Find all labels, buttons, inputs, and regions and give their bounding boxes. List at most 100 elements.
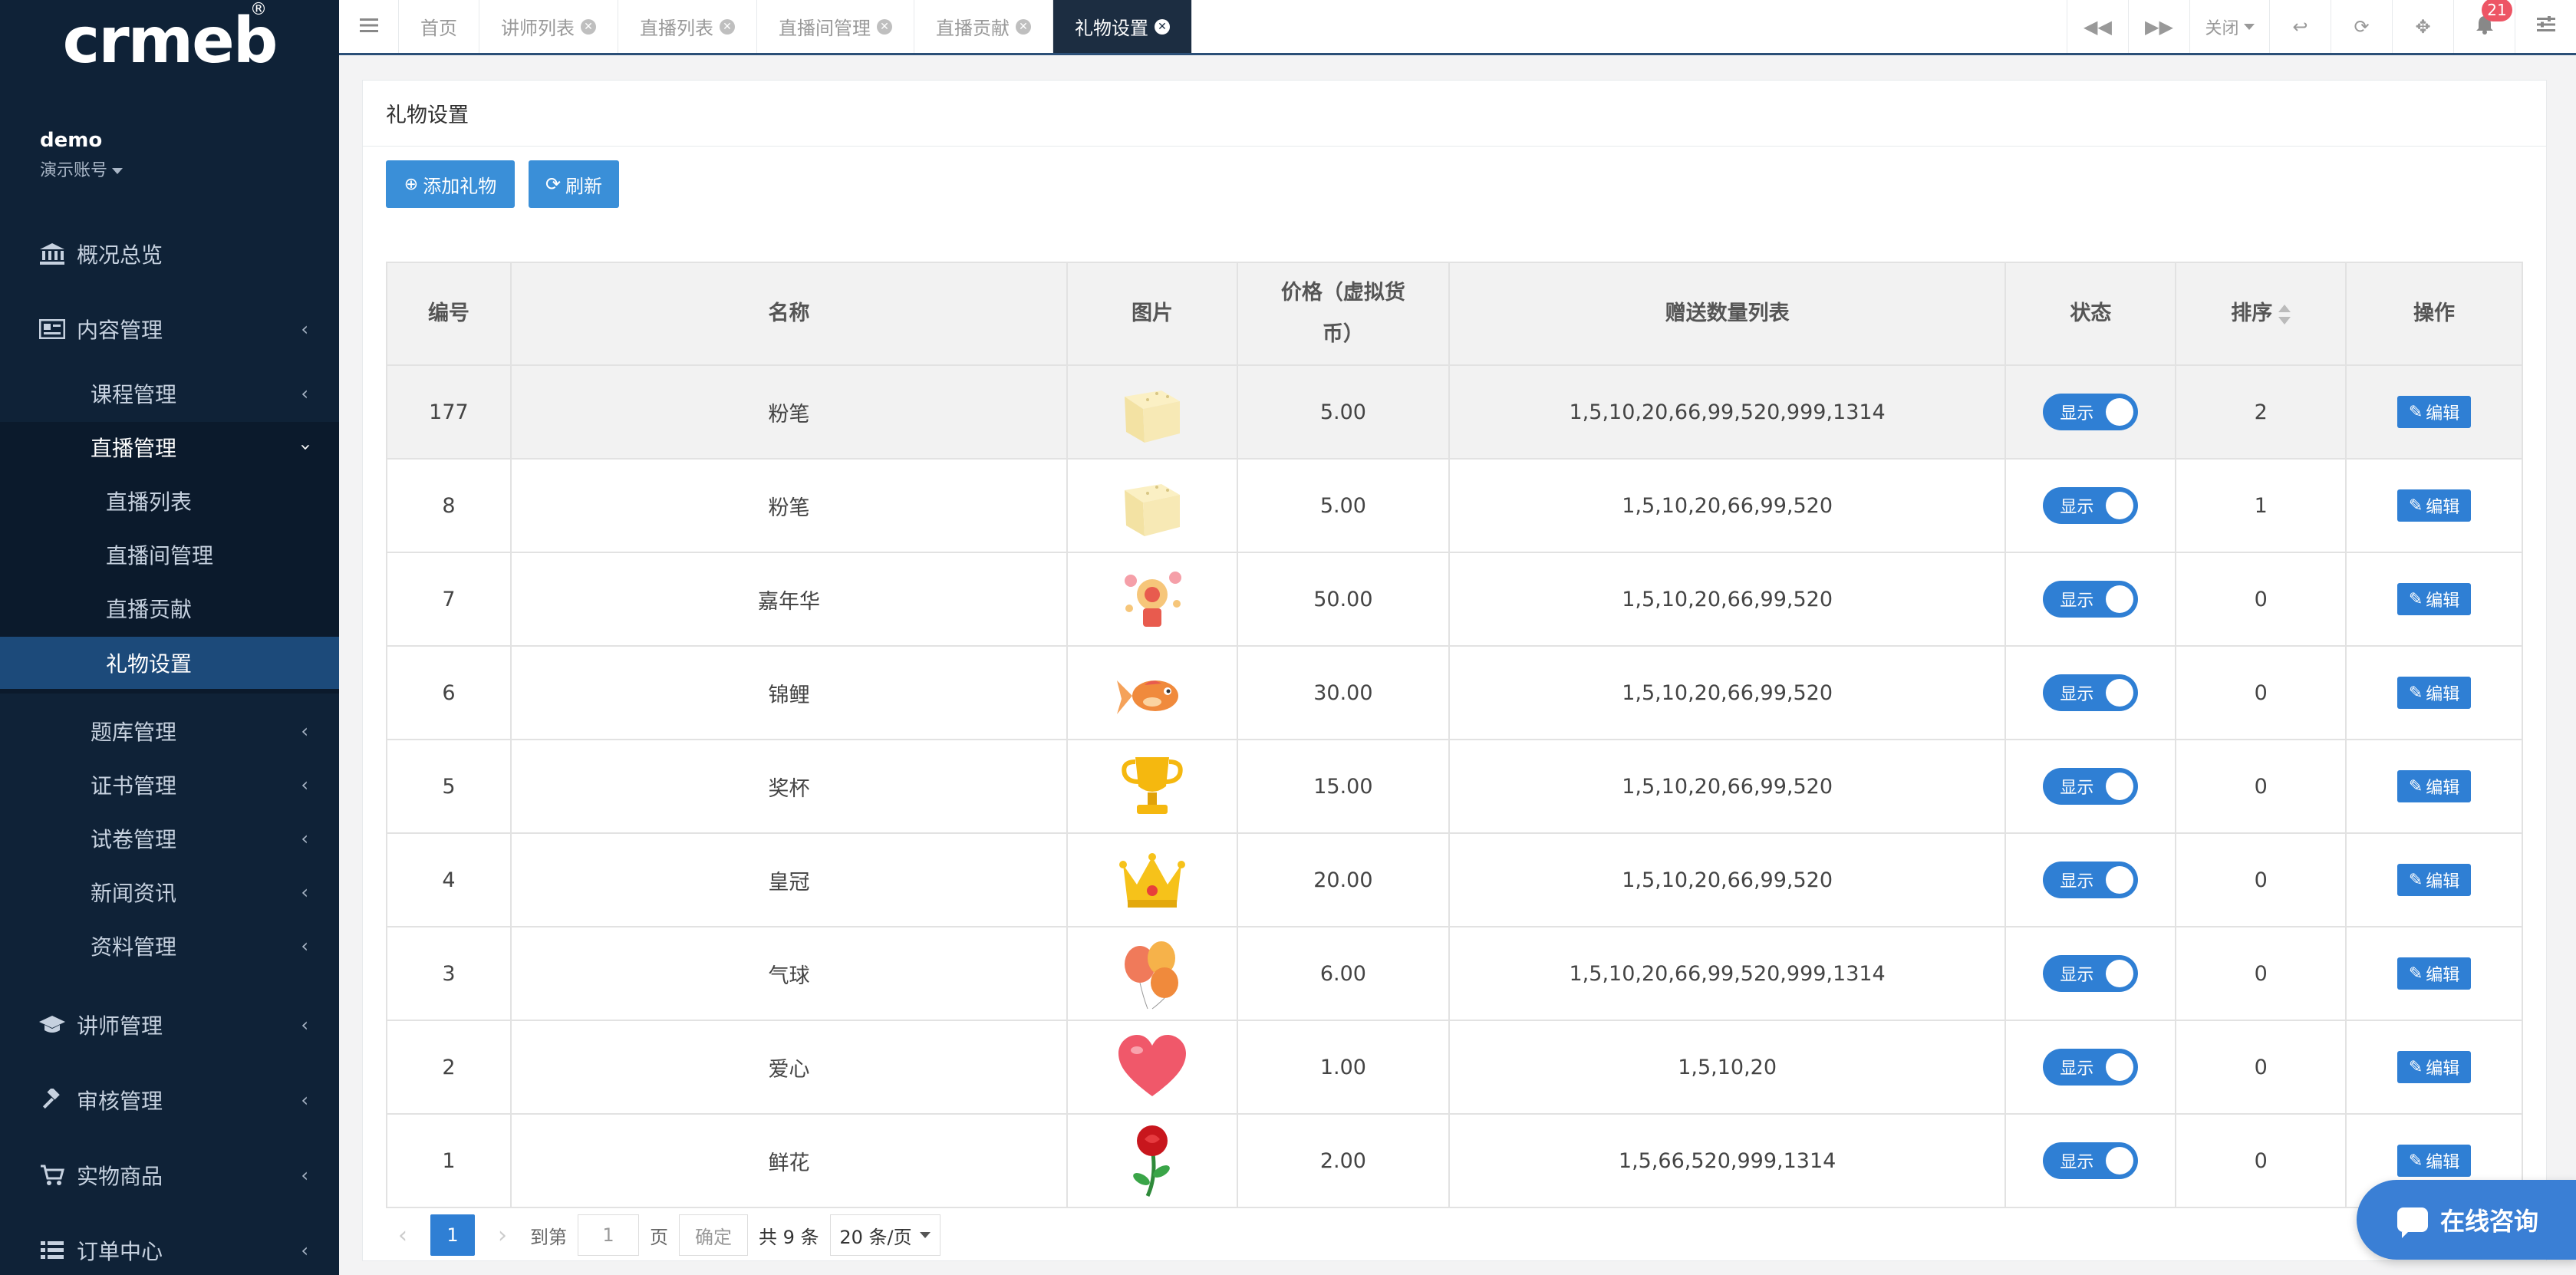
sidebar-item-news[interactable]: 新闻资讯 ‹ xyxy=(0,867,339,918)
sidebar-item-course[interactable]: 课程管理 ‹ xyxy=(0,370,339,417)
fullscreen-button[interactable]: ✥ xyxy=(2392,0,2453,53)
cell-actions: ✎ 编辑 xyxy=(2345,739,2523,834)
add-gift-button[interactable]: ⊕ 添加礼物 xyxy=(386,160,515,208)
cell-image xyxy=(1066,1113,1238,1208)
status-toggle[interactable]: 显示 xyxy=(2043,768,2139,805)
edit-button[interactable]: ✎ 编辑 xyxy=(2397,583,2472,615)
sidebar-item-exam[interactable]: 试卷管理 ‹ xyxy=(0,813,339,864)
back-button[interactable]: ↩ xyxy=(2269,0,2331,53)
user-role-dropdown[interactable]: 演示账号 xyxy=(40,156,124,181)
tab-gift-settings[interactable]: 礼物设置 ✕ xyxy=(1053,0,1192,53)
cell-actions: ✎ 编辑 xyxy=(2345,1020,2523,1115)
chevron-left-icon: ‹ xyxy=(301,1165,308,1186)
column-header-name: 名称 xyxy=(509,262,1069,366)
sidebar-item-live-list[interactable]: 直播列表 xyxy=(0,476,339,526)
sidebar-item-question-bank[interactable]: 题库管理 ‹ xyxy=(0,706,339,756)
page-size-select[interactable]: 20 条/页 xyxy=(829,1214,940,1256)
edit-button[interactable]: ✎ 编辑 xyxy=(2397,396,2472,428)
cell-name: 气球 xyxy=(509,926,1069,1021)
chevron-left-icon: ‹ xyxy=(301,774,308,796)
balloon-gift-icon xyxy=(1114,941,1191,1010)
scroll-right-button[interactable]: ▶▶ xyxy=(2128,0,2189,53)
tab-home[interactable]: 首页 xyxy=(399,0,479,53)
status-toggle-label: 显示 xyxy=(2060,872,2094,891)
sidebar-item-live-contribution[interactable]: 直播贡献 xyxy=(0,583,339,634)
cell-name: 鲜花 xyxy=(509,1113,1069,1208)
table-row: 4 皇冠 20.00 1,5,10,20,66,99,520 显示 0 ✎ 编辑 xyxy=(386,832,2523,927)
chevron-left-icon: ‹ xyxy=(301,1240,308,1261)
tab-label: 首页 xyxy=(420,18,457,39)
close-icon[interactable]: ✕ xyxy=(720,18,735,35)
status-toggle[interactable]: 显示 xyxy=(2043,674,2139,711)
close-icon[interactable]: ✕ xyxy=(877,18,892,35)
column-header-sort[interactable]: 排序 xyxy=(2175,262,2347,366)
refresh-button[interactable]: ⟳ 刷新 xyxy=(529,160,619,208)
edit-button[interactable]: ✎ 编辑 xyxy=(2397,1051,2472,1083)
refresh-icon: ⟳ xyxy=(545,173,562,195)
status-toggle[interactable]: 显示 xyxy=(2043,581,2139,618)
column-header-image: 图片 xyxy=(1066,262,1238,366)
status-toggle[interactable]: 显示 xyxy=(2043,1049,2139,1086)
refresh-page-button[interactable]: ⟳ xyxy=(2331,0,2392,53)
tab-live-contribution[interactable]: 直播贡献 ✕ xyxy=(914,0,1053,53)
status-toggle[interactable]: 显示 xyxy=(2043,394,2139,430)
edit-label: 编辑 xyxy=(2426,1153,2460,1172)
page-jump-input[interactable]: 1 xyxy=(578,1214,639,1256)
edit-button[interactable]: ✎ 编辑 xyxy=(2397,489,2472,522)
tab-label: 直播列表 xyxy=(640,18,713,39)
tab-live-list[interactable]: 直播列表 ✕ xyxy=(618,0,757,53)
chalk-gift-icon xyxy=(1114,484,1191,536)
close-icon[interactable]: ✕ xyxy=(1155,18,1170,35)
edit-button[interactable]: ✎ 编辑 xyxy=(2397,677,2472,709)
close-tabs-dropdown[interactable]: 关闭 xyxy=(2189,0,2269,53)
online-consult-button[interactable]: 在线咨询 xyxy=(2357,1180,2576,1260)
next-page-button[interactable]: › xyxy=(486,1214,519,1256)
cell-id: 3 xyxy=(386,926,512,1021)
sidebar-item-certificate[interactable]: 证书管理 ‹ xyxy=(0,759,339,810)
sidebar-item-physical-goods[interactable]: 实物商品 ‹ xyxy=(0,1151,339,1200)
confirm-jump-button[interactable]: 确定 xyxy=(679,1214,748,1256)
prev-page-button[interactable]: ‹ xyxy=(386,1214,420,1256)
cell-sort: 0 xyxy=(2175,1113,2347,1208)
edit-button[interactable]: ✎ 编辑 xyxy=(2397,1145,2472,1177)
sidebar-item-live-room[interactable]: 直播间管理 xyxy=(0,529,339,580)
status-toggle[interactable]: 显示 xyxy=(2043,955,2139,992)
user-profile: demo 演示账号 xyxy=(40,129,124,181)
sidebar-item-materials[interactable]: 资料管理 ‹ xyxy=(0,921,339,971)
cell-price: 20.00 xyxy=(1236,832,1450,927)
refresh-icon: ⟳ xyxy=(2354,15,2370,38)
tab-teacher-list[interactable]: 讲师列表 ✕ xyxy=(479,0,618,53)
close-icon[interactable]: ✕ xyxy=(1016,18,1031,35)
cell-amounts: 1,5,66,520,999,1314 xyxy=(1448,1113,2007,1208)
edit-label: 编辑 xyxy=(2426,498,2460,517)
sidebar-item-teacher[interactable]: 讲师管理 ‹ xyxy=(0,1000,339,1049)
menu-toggle-button[interactable] xyxy=(339,0,399,53)
sidebar-item-overview[interactable]: 概况总览 xyxy=(0,230,339,278)
edit-label: 编辑 xyxy=(2426,779,2460,798)
table-row: 1 鲜花 2.00 1,5,66,520,999,1314 显示 0 ✎ 编辑 xyxy=(386,1113,2523,1208)
table-row: 3 气球 6.00 1,5,10,20,66,99,520,999,1314 显示 0 ✎ 编… xyxy=(386,926,2523,1021)
status-toggle[interactable]: 显示 xyxy=(2043,1142,2139,1179)
toggle-knob xyxy=(2106,773,2134,800)
sidebar-item-content[interactable]: 内容管理 ‹ xyxy=(0,305,339,353)
chevron-left-icon: ‹ xyxy=(301,828,308,849)
caret-down-icon xyxy=(2243,23,2255,30)
total-count: 共 9 条 xyxy=(759,1226,819,1248)
sidebar-item-gift-settings[interactable]: 礼物设置 xyxy=(0,637,339,689)
chevron-down-icon xyxy=(919,1232,931,1238)
edit-button[interactable]: ✎ 编辑 xyxy=(2397,957,2472,990)
settings-button[interactable] xyxy=(2515,0,2576,53)
scroll-left-button[interactable]: ◀◀ xyxy=(2067,0,2128,53)
sidebar-item-review[interactable]: 审核管理 ‹ xyxy=(0,1076,339,1125)
page-number-button[interactable]: 1 xyxy=(430,1214,475,1256)
sidebar-item-orders[interactable]: 订单中心 ‹ xyxy=(0,1226,339,1275)
close-icon[interactable]: ✕ xyxy=(581,18,596,35)
status-toggle[interactable]: 显示 xyxy=(2043,862,2139,898)
sidebar-item-live[interactable]: 直播管理 ‹ xyxy=(0,422,339,473)
sort-icon xyxy=(2278,304,2291,325)
status-toggle[interactable]: 显示 xyxy=(2043,487,2139,524)
edit-button[interactable]: ✎ 编辑 xyxy=(2397,770,2472,802)
tab-live-room[interactable]: 直播间管理 ✕ xyxy=(757,0,914,53)
cell-price: 6.00 xyxy=(1236,926,1450,1021)
edit-button[interactable]: ✎ 编辑 xyxy=(2397,864,2472,896)
